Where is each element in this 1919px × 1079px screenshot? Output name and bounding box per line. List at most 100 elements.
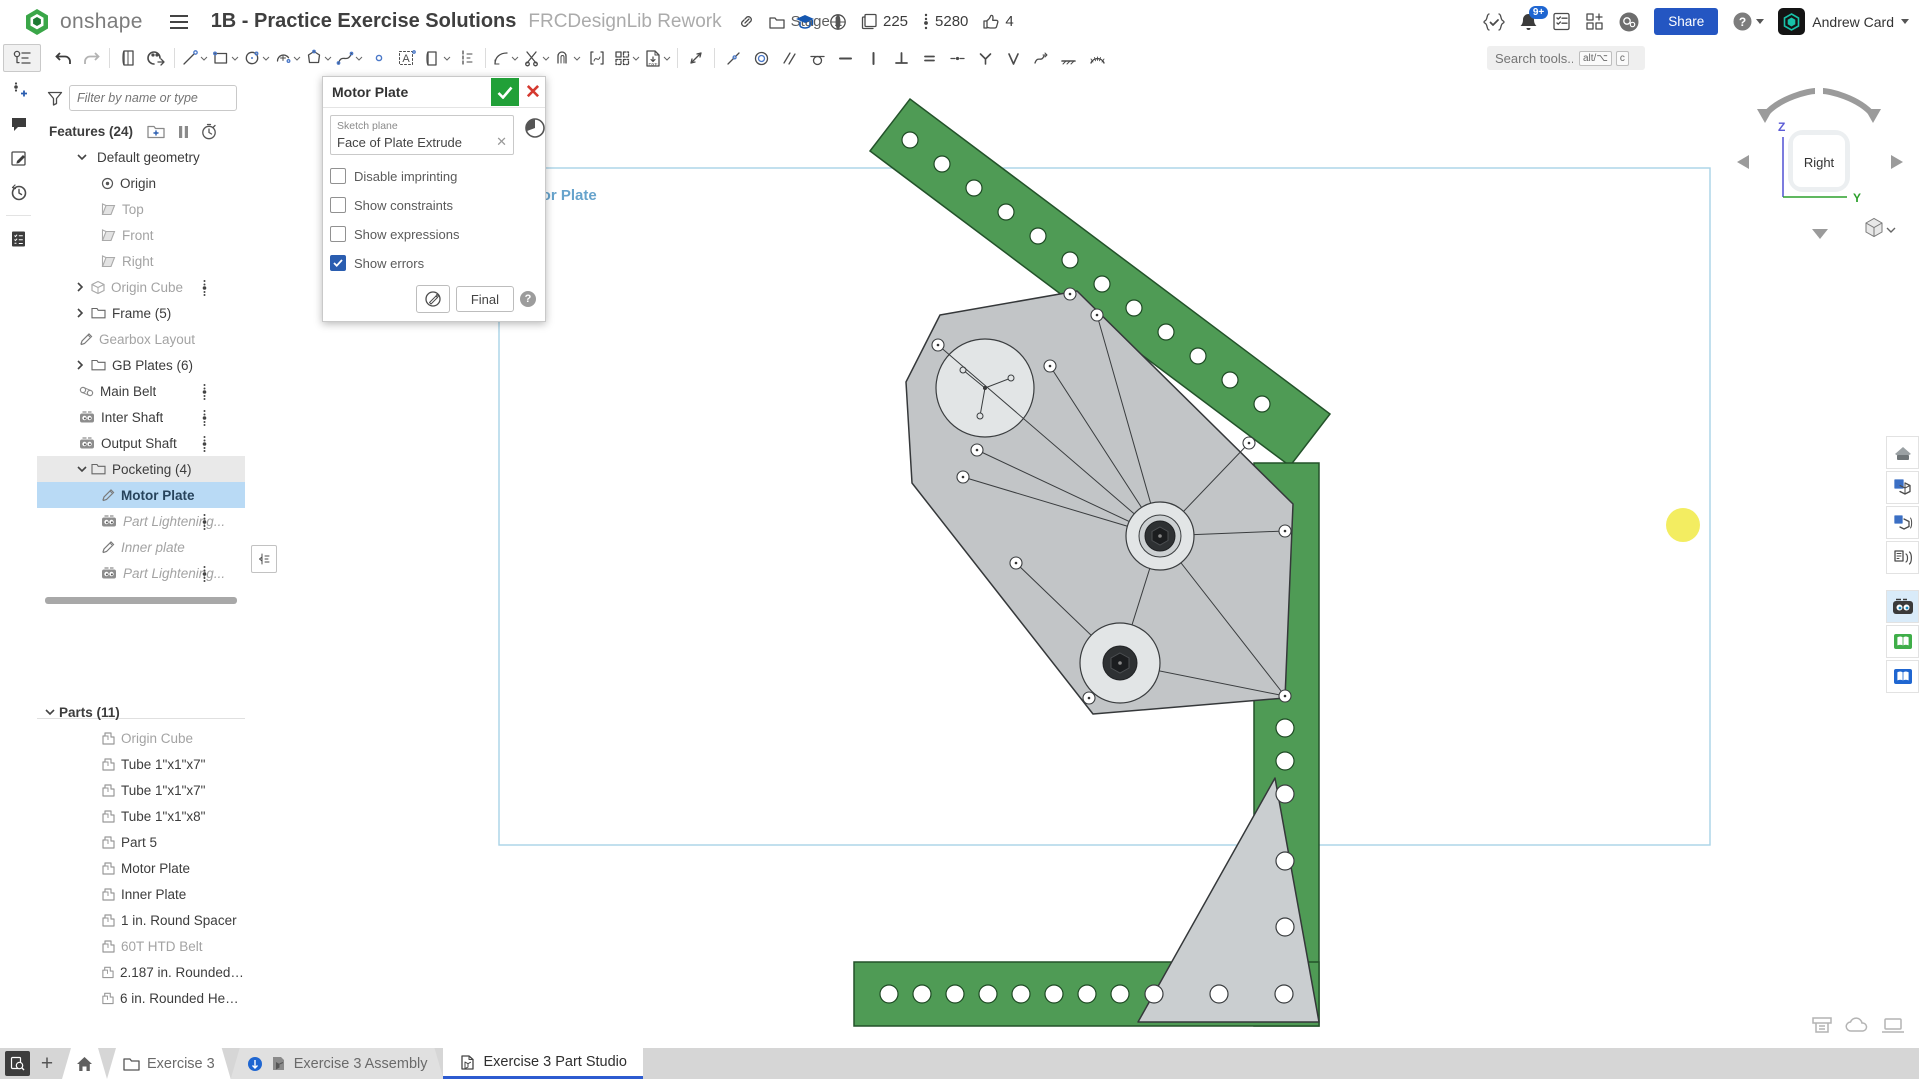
feature-item[interactable]: GB Plates (6) — [37, 352, 245, 378]
circle-tool[interactable] — [241, 45, 272, 71]
main-menu-icon[interactable] — [169, 14, 191, 30]
show-constraints-checkbox[interactable]: Show constraints — [330, 197, 536, 213]
spline-tool[interactable] — [334, 45, 365, 71]
coincident-constraint[interactable] — [719, 45, 747, 71]
help-menu[interactable]: ? — [1732, 11, 1764, 32]
item-menu-dots-icon[interactable] — [202, 435, 207, 452]
undo-button[interactable] — [49, 45, 77, 71]
feature-item[interactable]: Part Lightening... — [37, 560, 245, 586]
horizontal-scrollbar[interactable] — [45, 597, 237, 604]
caret-down-icon[interactable] — [77, 466, 87, 473]
pattern-tool[interactable] — [611, 45, 642, 71]
apps-grid-icon[interactable] — [1585, 12, 1604, 31]
feature-item[interactable]: Origin Cube — [37, 274, 245, 300]
concentric-constraint[interactable] — [747, 45, 775, 71]
rotate-down-triangle[interactable] — [1812, 229, 1828, 239]
rotate-left-arrow[interactable] — [1765, 91, 1815, 115]
fix-constraint[interactable] — [1055, 45, 1083, 71]
item-menu-dots-icon[interactable] — [202, 565, 207, 582]
green-library-button[interactable] — [1886, 625, 1919, 658]
appearance-panel-button[interactable] — [1886, 436, 1919, 469]
printer-3d-icon[interactable] — [1811, 1016, 1833, 1034]
offset-tool[interactable] — [552, 45, 583, 71]
public-globe-icon[interactable] — [829, 13, 847, 31]
insert-dxf-tool[interactable]: DXF — [642, 45, 673, 71]
clear-selection-icon[interactable]: ✕ — [496, 134, 507, 150]
measure-tool[interactable] — [682, 45, 710, 71]
curvature-display-toggle[interactable] — [1083, 45, 1111, 71]
comments-icon[interactable] — [0, 107, 37, 141]
home-tab[interactable] — [62, 1048, 107, 1079]
caret-down-icon[interactable] — [77, 154, 87, 161]
equal-constraint[interactable] — [915, 45, 943, 71]
parallel-constraint[interactable] — [775, 45, 803, 71]
arc-tool[interactable] — [272, 45, 303, 71]
feature-item[interactable]: Pocketing (4) — [37, 456, 245, 482]
part-item[interactable]: Motor Plate — [37, 855, 245, 881]
polygon-tool[interactable] — [303, 45, 334, 71]
disable-imprinting-checkbox[interactable]: Disable imprinting — [330, 168, 536, 184]
filter-input[interactable] — [69, 85, 237, 111]
part-item[interactable]: Origin Cube — [37, 725, 245, 751]
new-folder-icon[interactable] — [147, 124, 166, 139]
part-item[interactable]: Inner Plate — [37, 881, 245, 907]
part-item[interactable]: Part 5 — [37, 829, 245, 855]
rectangle-tool[interactable] — [210, 45, 241, 71]
part-item[interactable]: Tube 1"x1"x7" — [37, 777, 245, 803]
feature-item[interactable]: Part Lightening... — [37, 508, 245, 534]
tab-exercise-3-part-studio[interactable]: Exercise 3 Part Studio — [443, 1048, 642, 1079]
pierce-constraint[interactable] — [1027, 45, 1055, 71]
show-errors-checkbox[interactable]: Show errors — [330, 255, 536, 271]
user-menu[interactable]: Andrew Card — [1778, 8, 1909, 35]
notifications-bell-icon[interactable]: 9+ — [1519, 12, 1538, 32]
notes-icon[interactable] — [0, 141, 37, 175]
feature-item[interactable]: Gearbox Layout — [37, 326, 245, 352]
versions-history-icon[interactable] — [0, 175, 37, 209]
construction-toggle[interactable] — [453, 45, 481, 71]
part-item[interactable]: 1 in. Round Spacer — [37, 907, 245, 933]
isometric-cube-button[interactable] — [1866, 219, 1895, 237]
learning-center-icon[interactable] — [1618, 11, 1640, 33]
item-menu-dots-icon[interactable] — [202, 383, 207, 400]
feature-item[interactable]: Origin — [37, 170, 245, 196]
item-menu-dots-icon[interactable] — [202, 409, 207, 426]
perpendicular-constraint[interactable] — [887, 45, 915, 71]
copies-stat[interactable]: 225 — [861, 13, 908, 30]
share-button[interactable]: Share — [1654, 8, 1718, 35]
featurescript-icon[interactable] — [1483, 12, 1505, 32]
slot-tool[interactable] — [421, 45, 453, 71]
feature-item[interactable]: Default geometry — [37, 144, 245, 170]
feature-item[interactable]: Top — [37, 196, 245, 222]
named-views-button[interactable] — [1886, 471, 1919, 504]
link-icon[interactable] — [738, 13, 755, 30]
cloud-icon[interactable] — [1845, 1017, 1869, 1033]
rotate-right-arrow[interactable] — [1823, 91, 1873, 115]
search-tools-input[interactable] — [1493, 50, 1575, 67]
new-tab-button[interactable]: + — [32, 1048, 62, 1079]
likes-stat[interactable]: 4 — [982, 13, 1013, 30]
view-cube[interactable]: Right Z Y — [1735, 77, 1905, 247]
feature-item[interactable]: Frame (5) — [37, 300, 245, 326]
confirm-button[interactable] — [491, 78, 519, 106]
insert-feature-icon[interactable] — [0, 73, 37, 107]
part-item[interactable]: 60T HTD Belt — [37, 933, 245, 959]
caret-down-icon[interactable] — [45, 709, 55, 716]
point-tool[interactable] — [365, 45, 393, 71]
features-flyout-button[interactable] — [251, 545, 277, 573]
vertical-constraint[interactable] — [859, 45, 887, 71]
sketch-mode-button[interactable] — [416, 285, 450, 313]
feature-item[interactable]: Front — [37, 222, 245, 248]
uses-stat[interactable]: 5280 — [922, 13, 968, 31]
rollback-stopwatch-icon[interactable] — [201, 123, 217, 140]
device-icon[interactable] — [1881, 1017, 1905, 1034]
caret-right-icon[interactable] — [77, 360, 84, 370]
tasks-checklist-icon[interactable] — [1552, 12, 1571, 31]
format-painter-tool[interactable] — [142, 45, 170, 71]
feature-item[interactable]: Main Belt — [37, 378, 245, 404]
caret-right-icon[interactable] — [77, 282, 84, 292]
text-tool[interactable]: A — [393, 45, 421, 71]
caret-right-icon[interactable] — [77, 308, 84, 318]
line-tool[interactable] — [179, 45, 210, 71]
feature-list-toggle[interactable] — [3, 44, 41, 72]
symmetric-constraint[interactable] — [971, 45, 999, 71]
